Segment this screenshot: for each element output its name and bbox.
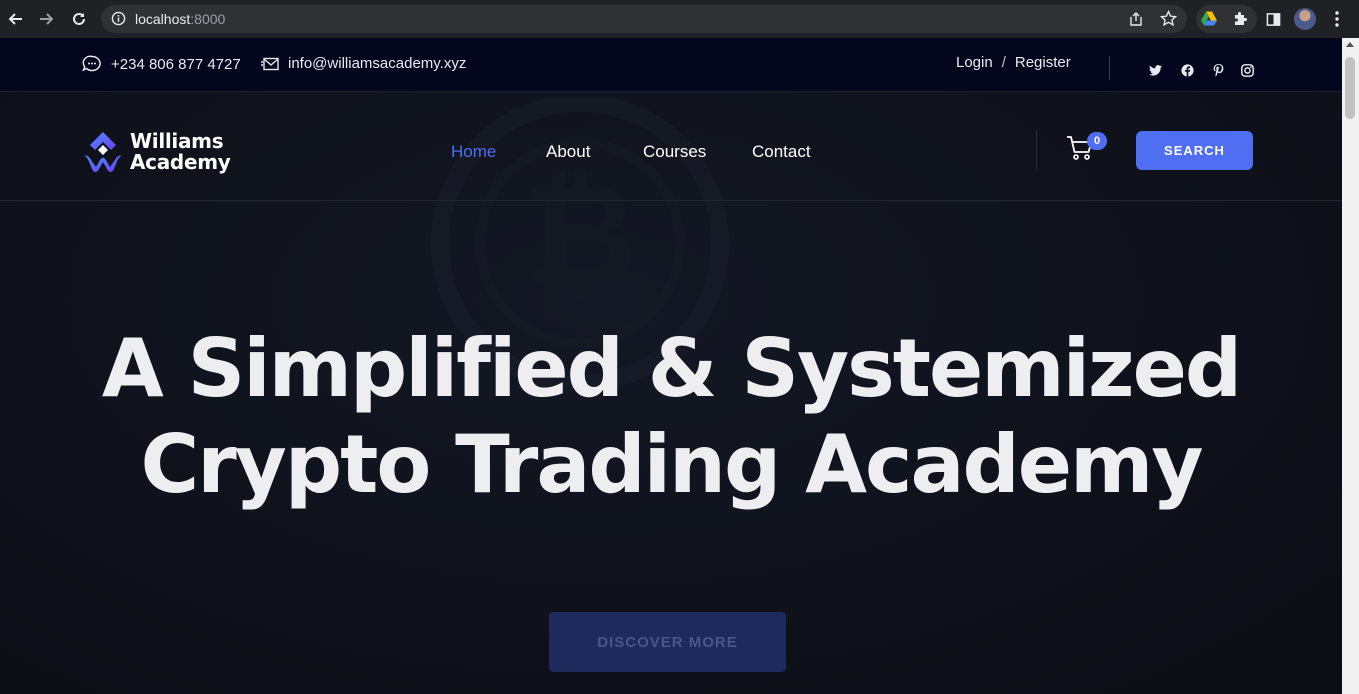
menu-icon[interactable] (1326, 8, 1348, 30)
hero-title: A Simplified & Systemized Crypto Trading… (0, 321, 1342, 513)
scroll-thumb[interactable] (1345, 57, 1355, 119)
phone-contact[interactable]: +234 806 877 4727 (82, 55, 241, 73)
auth-separator: / (1001, 54, 1006, 71)
logo-text: Williams Academy (130, 131, 231, 173)
register-link[interactable]: Register (1015, 54, 1071, 71)
search-button[interactable]: SEARCH (1136, 131, 1253, 170)
drive-icon[interactable] (1201, 11, 1217, 31)
phone-text: +234 806 877 4727 (111, 55, 241, 73)
twitter-icon[interactable] (1148, 63, 1162, 77)
top-contact-bar: +234 806 877 4727 info@williamsacademy.x… (0, 38, 1342, 92)
address-bar[interactable]: localhost:8000 (101, 5, 1187, 33)
url-port: :8000 (190, 11, 226, 27)
discover-more-button[interactable]: DISCOVER MORE (549, 612, 786, 672)
scroll-up-arrow[interactable] (1346, 42, 1354, 47)
info-icon[interactable] (111, 11, 126, 31)
topbar-divider (1109, 56, 1110, 80)
login-link[interactable]: Login (956, 54, 993, 71)
forward-icon[interactable] (36, 8, 58, 30)
page-scrollbar[interactable] (1342, 38, 1359, 694)
url-host: localhost (135, 11, 191, 27)
extensions-group (1196, 5, 1257, 33)
instagram-icon[interactable] (1240, 63, 1254, 77)
pinterest-icon[interactable] (1211, 63, 1225, 77)
star-icon[interactable] (1159, 9, 1178, 32)
reload-icon[interactable] (68, 8, 90, 30)
nav-item-about[interactable]: About (546, 142, 590, 162)
page-content: ₿ +234 806 877 4727 info@williamsacademy… (0, 38, 1342, 694)
puzzle-icon[interactable] (1232, 11, 1248, 32)
nav-item-contact[interactable]: Contact (752, 142, 811, 162)
browser-toolbar: localhost:8000 (0, 0, 1359, 38)
mail-icon (261, 57, 279, 70)
nav-item-courses[interactable]: Courses (643, 142, 706, 162)
logo-line1: Williams (130, 129, 224, 153)
auth-links: Login / Register (956, 54, 1071, 71)
site-logo[interactable]: Williams Academy (82, 130, 231, 174)
hero-title-line1: A Simplified & Systemized (101, 322, 1242, 415)
facebook-icon[interactable] (1180, 63, 1194, 77)
avatar[interactable] (1294, 8, 1316, 30)
main-navigation: Williams Academy Home About Courses Cont… (0, 92, 1342, 201)
sidepanel-icon[interactable] (1262, 8, 1284, 30)
email-text: info@williamsacademy.xyz (288, 55, 467, 72)
logo-line2: Academy (130, 150, 231, 174)
nav-divider (1036, 130, 1037, 170)
email-contact[interactable]: info@williamsacademy.xyz (261, 55, 466, 72)
share-icon[interactable] (1128, 11, 1144, 32)
nav-item-home[interactable]: Home (451, 142, 496, 162)
hero-title-line2: Crypto Trading Academy (140, 418, 1204, 511)
url-text: localhost:8000 (135, 11, 225, 27)
logo-icon (84, 132, 122, 172)
cart-count-badge: 0 (1087, 132, 1107, 150)
chat-phone-icon (82, 55, 101, 72)
back-icon[interactable] (4, 8, 26, 30)
